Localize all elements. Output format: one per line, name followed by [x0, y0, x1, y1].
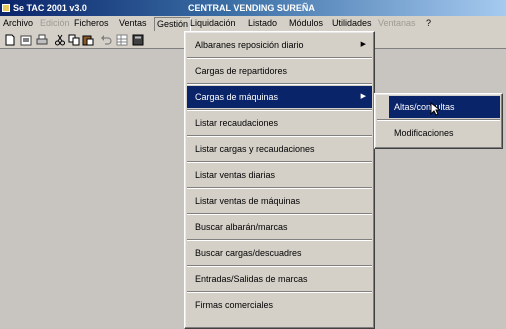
grid-icon[interactable] — [116, 34, 128, 46]
menu-item-label: Listar ventas de máquinas — [195, 196, 301, 206]
menu-help[interactable]: ? — [424, 17, 433, 30]
menu-separator — [187, 161, 372, 163]
menu-liquidacion[interactable]: Liquidación — [188, 17, 238, 30]
menu-separator — [187, 213, 372, 215]
menu-item-buscar-cargas-descuadres[interactable]: Buscar cargas/descuadres — [187, 242, 372, 264]
print-icon[interactable] — [36, 34, 48, 46]
menu-separator — [187, 239, 372, 241]
menu-item-buscar-albaran-marcas[interactable]: Buscar albarán/marcas — [187, 216, 372, 238]
menu-separator — [187, 109, 372, 111]
menu-item-label: Cargas de repartidores — [195, 66, 288, 76]
menu-ventanas[interactable]: Ventanas — [376, 17, 418, 30]
menu-separator — [377, 119, 500, 121]
menu-item-listar-ventas-de-maquinas[interactable]: Listar ventas de máquinas — [187, 190, 372, 212]
menu-item-label: Entradas/Salidas de marcas — [195, 274, 308, 284]
menu-separator — [187, 57, 372, 59]
menu-item-firmas-comerciales[interactable]: Firmas comerciales — [187, 294, 372, 316]
copy-icon[interactable] — [68, 34, 80, 46]
undo-icon[interactable] — [100, 34, 112, 46]
menu-item-label: Modificaciones — [394, 128, 454, 138]
calc-icon[interactable] — [132, 34, 144, 46]
menu-item-listar-recaudaciones[interactable]: Listar recaudaciones — [187, 112, 372, 134]
menu-item-label: Albaranes reposición diario — [195, 40, 304, 50]
menu-item-label: Listar ventas diarias — [195, 170, 276, 180]
menu-item-label: Cargas de máquinas — [195, 92, 279, 102]
menu-item-label: Altas/consultas — [394, 102, 455, 112]
app-icon[interactable] — [2, 4, 10, 12]
menu-listado[interactable]: Listado — [246, 17, 279, 30]
menu-item-label: Buscar albarán/marcas — [195, 222, 288, 232]
title-bar[interactable]: Se TAC 2001 v3.0 CENTRAL VENDING SUREÑA — [0, 0, 506, 16]
submenu-arrow-icon: ▶ — [360, 93, 366, 100]
menu-archivo[interactable]: Archivo — [1, 17, 35, 30]
menu-item-entradas-salidas-de-marcas[interactable]: Entradas/Salidas de marcas — [187, 268, 372, 290]
menu-edicion[interactable]: Edición — [38, 17, 72, 30]
menu-separator — [187, 265, 372, 267]
submenu-arrow-icon: ▶ — [360, 41, 366, 48]
menu-item-label: Listar cargas y recaudaciones — [195, 144, 315, 154]
menu-item-label: Listar recaudaciones — [195, 118, 279, 128]
menu-gestion[interactable]: Gestión — [154, 17, 192, 32]
menu-item-listar-cargas-y-recaudaciones[interactable]: Listar cargas y recaudaciones — [187, 138, 372, 160]
menu-utilidades[interactable]: Utilidades — [330, 17, 374, 30]
menu-separator — [187, 291, 372, 293]
menu-ficheros[interactable]: Ficheros — [72, 17, 111, 30]
submenu-item-altas-consultas[interactable]: Altas/consultas — [389, 96, 500, 118]
menu-modulos[interactable]: Módulos — [287, 17, 325, 30]
gestion-dropdown-menu: Albaranes reposición diario ▶ Cargas de … — [184, 31, 375, 329]
menu-item-cargas-de-repartidores[interactable]: Cargas de repartidores — [187, 60, 372, 82]
menu-separator — [187, 83, 372, 85]
app-window: Se TAC 2001 v3.0 CENTRAL VENDING SUREÑA … — [0, 0, 506, 329]
menu-item-albaranes-reposicion-diario[interactable]: Albaranes reposición diario ▶ — [187, 34, 372, 56]
app-title: Se TAC 2001 v3.0 — [13, 3, 87, 13]
menu-item-label: Buscar cargas/descuadres — [195, 248, 302, 258]
menu-separator — [187, 187, 372, 189]
mouse-pointer-icon — [430, 101, 442, 116]
paste-icon[interactable] — [82, 34, 94, 46]
menu-ventas[interactable]: Ventas — [117, 17, 149, 30]
new-icon[interactable] — [4, 34, 16, 46]
menu-item-listar-ventas-diarias[interactable]: Listar ventas diarias — [187, 164, 372, 186]
open-icon[interactable] — [20, 34, 32, 46]
menu-item-label: Firmas comerciales — [195, 300, 274, 310]
menu-bar: Archivo Edición Ficheros Ventas Gestión … — [0, 16, 506, 32]
window-title: CENTRAL VENDING SUREÑA — [188, 3, 315, 13]
submenu-item-modificaciones[interactable]: Modificaciones — [389, 122, 500, 144]
cut-icon[interactable] — [54, 34, 66, 46]
menu-separator — [187, 135, 372, 137]
menu-item-cargas-de-maquinas[interactable]: Cargas de máquinas ▶ — [187, 86, 372, 108]
